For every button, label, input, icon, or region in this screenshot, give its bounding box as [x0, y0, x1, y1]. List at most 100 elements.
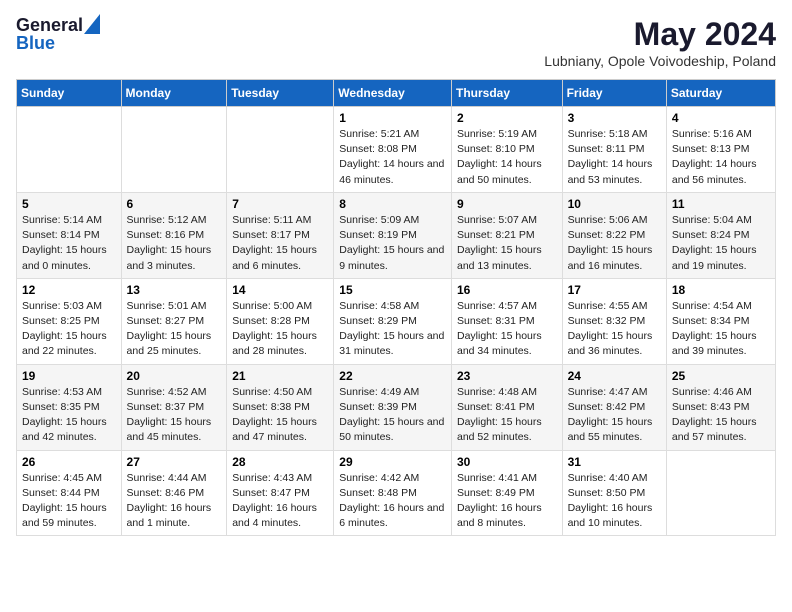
calendar-day-11: 11Sunrise: 5:04 AMSunset: 8:24 PMDayligh… [666, 192, 775, 278]
weekday-header-friday: Friday [562, 80, 666, 107]
calendar-empty-cell [121, 107, 227, 193]
day-info: Sunrise: 5:00 AMSunset: 8:28 PMDaylight:… [232, 299, 328, 360]
weekday-header-tuesday: Tuesday [227, 80, 334, 107]
calendar-day-27: 27 Sunrise: 4:44 AMSunset: 8:46 PMDayligh… [121, 450, 227, 536]
day-info: Sunrise: 4:44 AMSunset: 8:46 PMDaylight:… [127, 471, 222, 532]
day-number: 31 [568, 455, 661, 469]
calendar-day-1: 1 Sunrise: 5:21 AMSunset: 8:08 PMDaylight… [334, 107, 452, 193]
day-number: 20 [127, 369, 222, 383]
day-info: Sunrise: 4:58 AMSunset: 8:29 PMDaylight:… [339, 299, 446, 360]
day-info: Sunrise: 4:53 AMSunset: 8:35 PMDaylight:… [22, 385, 116, 446]
weekday-header-monday: Monday [121, 80, 227, 107]
calendar-empty-cell [227, 107, 334, 193]
day-number: 25 [672, 369, 770, 383]
calendar-day-9: 9 Sunrise: 5:07 AMSunset: 8:21 PMDaylight… [451, 192, 562, 278]
day-number: 29 [339, 455, 446, 469]
calendar-day-22: 22Sunrise: 4:49 AMSunset: 8:39 PMDayligh… [334, 364, 452, 450]
calendar-day-25: 25 Sunrise: 4:46 AMSunset: 8:43 PMDayligh… [666, 364, 775, 450]
calendar-table: SundayMondayTuesdayWednesdayThursdayFrid… [16, 79, 776, 536]
day-info: Sunrise: 4:41 AMSunset: 8:49 PMDaylight:… [457, 471, 557, 532]
calendar-day-15: 15Sunrise: 4:58 AMSunset: 8:29 PMDayligh… [334, 278, 452, 364]
day-number: 17 [568, 283, 661, 297]
day-info: Sunrise: 5:03 AMSunset: 8:25 PMDaylight:… [22, 299, 116, 360]
calendar-week-row: 19 Sunrise: 4:53 AMSunset: 8:35 PMDayligh… [17, 364, 776, 450]
day-info: Sunrise: 4:52 AMSunset: 8:37 PMDaylight:… [127, 385, 222, 446]
calendar-day-30: 30 Sunrise: 4:41 AMSunset: 8:49 PMDayligh… [451, 450, 562, 536]
day-number: 3 [568, 111, 661, 125]
day-info: Sunrise: 5:06 AMSunset: 8:22 PMDaylight:… [568, 213, 661, 274]
calendar-day-23: 23Sunrise: 4:48 AMSunset: 8:41 PMDayligh… [451, 364, 562, 450]
logo: General Blue [16, 16, 100, 52]
day-number: 1 [339, 111, 446, 125]
title-block: May 2024 Lubniany, Opole Voivodeship, Po… [544, 16, 776, 69]
day-info: Sunrise: 5:04 AMSunset: 8:24 PMDaylight:… [672, 213, 770, 274]
logo-triangle-icon [84, 14, 100, 34]
day-number: 8 [339, 197, 446, 211]
day-number: 18 [672, 283, 770, 297]
calendar-day-31: 31Sunrise: 4:40 AMSunset: 8:50 PMDayligh… [562, 450, 666, 536]
day-info: Sunrise: 5:21 AMSunset: 8:08 PMDaylight:… [339, 127, 446, 188]
calendar-week-row: 5Sunrise: 5:14 AMSunset: 8:14 PMDaylight… [17, 192, 776, 278]
calendar-week-row: 26Sunrise: 4:45 AMSunset: 8:44 PMDayligh… [17, 450, 776, 536]
calendar-day-16: 16 Sunrise: 4:57 AMSunset: 8:31 PMDayligh… [451, 278, 562, 364]
day-info: Sunrise: 4:50 AMSunset: 8:38 PMDaylight:… [232, 385, 328, 446]
calendar-day-10: 10 Sunrise: 5:06 AMSunset: 8:22 PMDayligh… [562, 192, 666, 278]
day-info: Sunrise: 4:54 AMSunset: 8:34 PMDaylight:… [672, 299, 770, 360]
calendar-day-6: 6 Sunrise: 5:12 AMSunset: 8:16 PMDaylight… [121, 192, 227, 278]
day-info: Sunrise: 5:12 AMSunset: 8:16 PMDaylight:… [127, 213, 222, 274]
day-info: Sunrise: 5:16 AMSunset: 8:13 PMDaylight:… [672, 127, 770, 188]
day-info: Sunrise: 5:14 AMSunset: 8:14 PMDaylight:… [22, 213, 116, 274]
day-number: 4 [672, 111, 770, 125]
day-number: 28 [232, 455, 328, 469]
day-number: 14 [232, 283, 328, 297]
calendar-day-18: 18 Sunrise: 4:54 AMSunset: 8:34 PMDayligh… [666, 278, 775, 364]
day-info: Sunrise: 4:43 AMSunset: 8:47 PMDaylight:… [232, 471, 328, 532]
calendar-day-20: 20 Sunrise: 4:52 AMSunset: 8:37 PMDayligh… [121, 364, 227, 450]
day-number: 19 [22, 369, 116, 383]
calendar-day-17: 17 Sunrise: 4:55 AMSunset: 8:32 PMDayligh… [562, 278, 666, 364]
day-number: 7 [232, 197, 328, 211]
day-number: 12 [22, 283, 116, 297]
logo-blue-text: Blue [16, 34, 100, 52]
day-info: Sunrise: 4:57 AMSunset: 8:31 PMDaylight:… [457, 299, 557, 360]
calendar-day-19: 19 Sunrise: 4:53 AMSunset: 8:35 PMDayligh… [17, 364, 122, 450]
calendar-day-4: 4 Sunrise: 5:16 AMSunset: 8:13 PMDaylight… [666, 107, 775, 193]
day-number: 22 [339, 369, 446, 383]
day-info: Sunrise: 5:09 AMSunset: 8:19 PMDaylight:… [339, 213, 446, 274]
day-info: Sunrise: 5:18 AMSunset: 8:11 PMDaylight:… [568, 127, 661, 188]
day-info: Sunrise: 4:47 AMSunset: 8:42 PMDaylight:… [568, 385, 661, 446]
day-number: 27 [127, 455, 222, 469]
calendar-week-row: 1 Sunrise: 5:21 AMSunset: 8:08 PMDaylight… [17, 107, 776, 193]
weekday-header-saturday: Saturday [666, 80, 775, 107]
calendar-day-3: 3 Sunrise: 5:18 AMSunset: 8:11 PMDaylight… [562, 107, 666, 193]
day-info: Sunrise: 4:55 AMSunset: 8:32 PMDaylight:… [568, 299, 661, 360]
calendar-header-row: SundayMondayTuesdayWednesdayThursdayFrid… [17, 80, 776, 107]
weekday-header-wednesday: Wednesday [334, 80, 452, 107]
day-info: Sunrise: 5:11 AMSunset: 8:17 PMDaylight:… [232, 213, 328, 274]
day-info: Sunrise: 4:45 AMSunset: 8:44 PMDaylight:… [22, 471, 116, 532]
calendar-day-21: 21 Sunrise: 4:50 AMSunset: 8:38 PMDayligh… [227, 364, 334, 450]
day-info: Sunrise: 4:46 AMSunset: 8:43 PMDaylight:… [672, 385, 770, 446]
day-number: 30 [457, 455, 557, 469]
calendar-day-12: 12 Sunrise: 5:03 AMSunset: 8:25 PMDayligh… [17, 278, 122, 364]
day-number: 21 [232, 369, 328, 383]
calendar-day-7: 7 Sunrise: 5:11 AMSunset: 8:17 PMDaylight… [227, 192, 334, 278]
month-title: May 2024 [544, 16, 776, 53]
day-number: 6 [127, 197, 222, 211]
day-info: Sunrise: 5:07 AMSunset: 8:21 PMDaylight:… [457, 213, 557, 274]
calendar-empty-cell [666, 450, 775, 536]
day-number: 16 [457, 283, 557, 297]
weekday-header-thursday: Thursday [451, 80, 562, 107]
day-number: 9 [457, 197, 557, 211]
calendar-day-29: 29Sunrise: 4:42 AMSunset: 8:48 PMDayligh… [334, 450, 452, 536]
calendar-day-2: 2Sunrise: 5:19 AMSunset: 8:10 PMDaylight… [451, 107, 562, 193]
day-number: 24 [568, 369, 661, 383]
logo-general-text: General [16, 16, 83, 34]
day-info: Sunrise: 5:19 AMSunset: 8:10 PMDaylight:… [457, 127, 557, 188]
location-text: Lubniany, Opole Voivodeship, Poland [544, 53, 776, 69]
weekday-header-sunday: Sunday [17, 80, 122, 107]
calendar-day-8: 8 Sunrise: 5:09 AMSunset: 8:19 PMDaylight… [334, 192, 452, 278]
calendar-day-14: 14 Sunrise: 5:00 AMSunset: 8:28 PMDayligh… [227, 278, 334, 364]
day-number: 10 [568, 197, 661, 211]
day-info: Sunrise: 4:48 AMSunset: 8:41 PMDaylight:… [457, 385, 557, 446]
